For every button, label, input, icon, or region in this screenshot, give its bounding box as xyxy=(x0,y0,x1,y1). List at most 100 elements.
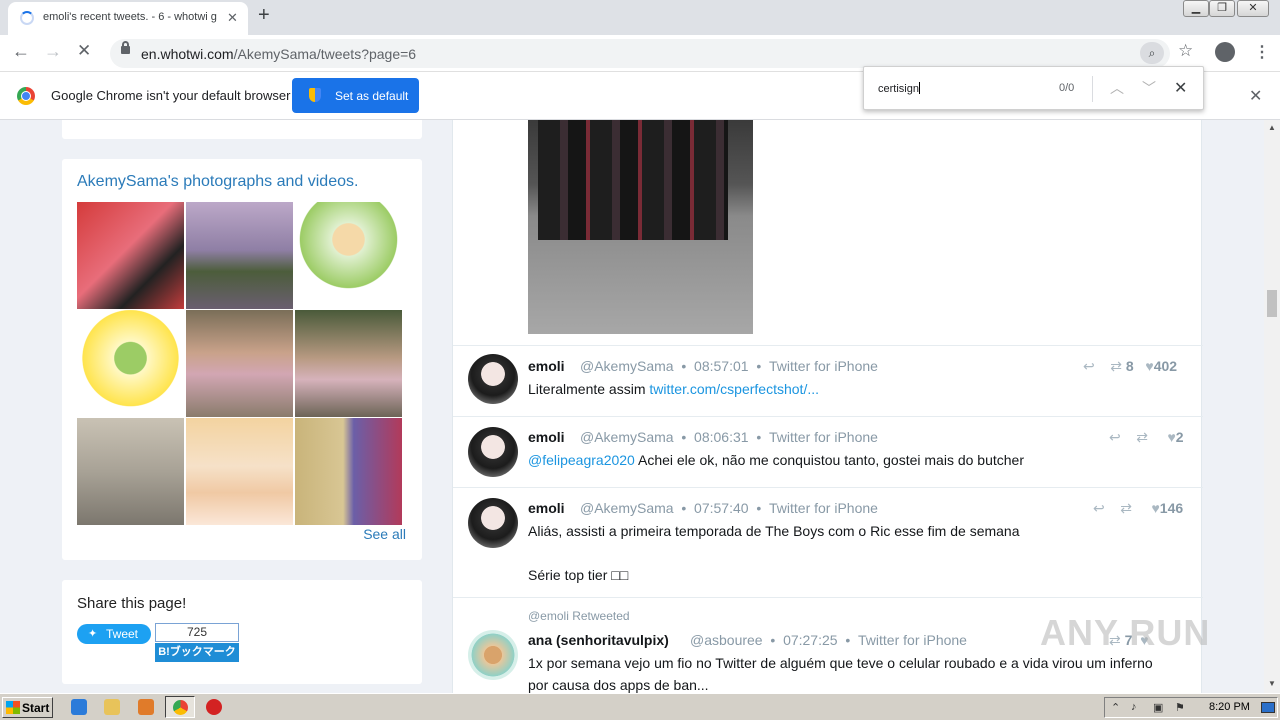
avatar[interactable] xyxy=(468,498,518,548)
tweet-handle[interactable]: @asbouree xyxy=(690,632,763,648)
minimize-button[interactable]: ▁ xyxy=(1183,0,1209,17)
like-count: 2 xyxy=(1175,429,1184,445)
retweet-icon[interactable]: ⇄ xyxy=(1136,429,1148,445)
tweet-handle[interactable]: @AkemySama xyxy=(580,500,674,516)
url-host: en.whotwi.com xyxy=(141,46,234,62)
show-desktop-icon[interactable] xyxy=(1261,702,1275,713)
find-in-page-icon[interactable]: ⌕ xyxy=(1140,42,1164,64)
windows-logo-icon xyxy=(6,701,20,714)
photo-thumbnail[interactable] xyxy=(295,310,402,417)
page-content: AkemySama's photographs and videos. See … xyxy=(0,120,1264,693)
infobar-close-icon[interactable]: ✕ xyxy=(1249,86,1262,106)
tweet-author-name[interactable]: ana (senhoritavulpix) xyxy=(528,632,669,648)
back-icon[interactable]: ← xyxy=(12,41,30,62)
tweet-share-button[interactable]: ✦ Tweet xyxy=(77,624,151,644)
scroll-down-arrow-icon[interactable]: ▼ xyxy=(1268,679,1276,688)
volume-icon[interactable]: ♪ xyxy=(1131,701,1137,713)
tweet-text: Aliás, assisti a primeira temporada de T… xyxy=(528,523,1020,539)
new-tab-button[interactable]: + xyxy=(258,4,270,27)
photo-thumbnail[interactable] xyxy=(77,418,184,525)
tweet-mention-link[interactable]: @felipeagra2020 xyxy=(528,452,635,468)
avatar[interactable] xyxy=(468,354,518,404)
photo-thumbnail[interactable] xyxy=(77,310,184,417)
like-heart-icon[interactable]: ♥ xyxy=(1167,429,1175,445)
shield-icon xyxy=(309,88,321,102)
stop-loading-icon[interactable]: ✕ xyxy=(77,41,91,61)
tweet-text: Literalmente assim twitter.com/csperfect… xyxy=(528,381,819,397)
tab-strip: emoli's recent tweets. - 6 - whotwi g ✕ … xyxy=(0,0,1280,35)
photo-thumbnail[interactable] xyxy=(186,202,293,309)
photos-title[interactable]: AkemySama's photographs and videos. xyxy=(77,173,358,191)
find-previous-icon[interactable]: ︿ xyxy=(1110,78,1124,98)
see-all-link[interactable]: See all xyxy=(363,526,406,542)
tweet-author-name[interactable]: emoli xyxy=(528,358,565,374)
lock-icon xyxy=(121,41,130,54)
tray-expand-icon[interactable]: ⌃ xyxy=(1111,701,1120,714)
tweet-time[interactable]: 07:27:25 xyxy=(783,632,838,648)
flag-icon[interactable]: ⚑ xyxy=(1175,701,1185,714)
scroll-thumb[interactable] xyxy=(1267,290,1277,317)
start-button[interactable]: Start xyxy=(2,697,53,718)
reply-icon[interactable]: ↩ xyxy=(1093,500,1105,516)
forward-icon[interactable]: → xyxy=(44,41,62,62)
tab-close-icon[interactable]: ✕ xyxy=(227,10,238,26)
tweet-handle[interactable]: @AkemySama xyxy=(580,429,674,445)
antivirus-icon[interactable] xyxy=(206,699,222,715)
photos-card: AkemySama's photographs and videos. See … xyxy=(62,159,422,560)
tweet-media-image[interactable] xyxy=(528,120,753,334)
url-text[interactable]: en.whotwi.com/AkemySama/tweets?page=6 xyxy=(141,46,416,62)
hatena-bookmark-button[interactable]: 725 B!ブックマーク xyxy=(155,623,239,663)
photo-thumbnail[interactable] xyxy=(186,418,293,525)
avatar[interactable] xyxy=(468,630,518,680)
photo-people-figures xyxy=(538,120,728,240)
retweet-icon[interactable]: ⇄ xyxy=(1110,358,1122,374)
find-next-icon[interactable]: ﹀ xyxy=(1142,78,1156,98)
tweet-time[interactable]: 08:57:01 xyxy=(694,358,749,374)
photo-thumbnail[interactable] xyxy=(295,418,402,525)
tweet-link[interactable]: twitter.com/csperfectshot/... xyxy=(649,381,819,397)
start-label: Start xyxy=(22,701,50,715)
photo-thumbnail[interactable] xyxy=(186,310,293,417)
browser-tab[interactable]: emoli's recent tweets. - 6 - whotwi g ✕ xyxy=(8,2,248,35)
close-window-button[interactable]: ✕ xyxy=(1237,0,1269,17)
tweet-meta: @AkemySama • 08:06:31 • Twitter for iPho… xyxy=(580,429,878,445)
infobar-message: Google Chrome isn't your default browser xyxy=(51,88,291,103)
address-bar[interactable]: en.whotwi.com/AkemySama/tweets?page=6 ⌕ xyxy=(110,39,1170,68)
avatar[interactable] xyxy=(468,427,518,477)
reply-icon[interactable]: ↩ xyxy=(1083,358,1095,374)
retweeted-by-label: @emoli Retweeted xyxy=(528,609,630,623)
page-scrollbar[interactable]: ▲ ▼ xyxy=(1264,120,1280,693)
find-close-icon[interactable]: ✕ xyxy=(1174,78,1187,98)
loading-spinner-icon xyxy=(20,11,34,25)
bookmark-star-icon[interactable]: ☆ xyxy=(1178,41,1193,61)
find-input[interactable]: certisign xyxy=(878,82,920,95)
file-explorer-icon[interactable] xyxy=(104,699,120,715)
set-as-default-button[interactable]: Set as default xyxy=(292,78,419,113)
tweet-item[interactable]: emoli @AkemySama • 08:06:31 • Twitter fo… xyxy=(453,416,1203,487)
maximize-button[interactable]: ❐ xyxy=(1209,0,1235,17)
scroll-up-arrow-icon[interactable]: ▲ xyxy=(1268,123,1276,132)
like-heart-icon[interactable]: ♥ xyxy=(1145,358,1153,374)
taskbar-clock[interactable]: 8:20 PM xyxy=(1209,701,1250,713)
tweet-author-name[interactable]: emoli xyxy=(528,429,565,445)
internet-explorer-icon[interactable] xyxy=(71,699,87,715)
profile-avatar-icon[interactable] xyxy=(1215,42,1235,62)
tweet-item[interactable]: emoli @AkemySama • 08:57:01 • Twitter fo… xyxy=(453,345,1203,416)
tweet-item[interactable]: emoli @AkemySama • 07:57:40 • Twitter fo… xyxy=(453,487,1203,597)
reply-icon[interactable]: ↩ xyxy=(1109,429,1121,445)
photo-thumbnail[interactable] xyxy=(295,202,402,309)
chrome-taskbar-button[interactable] xyxy=(165,696,195,718)
tweet-body: Literalmente assim xyxy=(528,381,650,397)
network-icon[interactable]: ▣ xyxy=(1153,701,1163,714)
tweet-time[interactable]: 08:06:31 xyxy=(694,429,749,445)
like-heart-icon[interactable]: ♥ xyxy=(1151,500,1159,516)
tweet-actions: ↩ ⇄ ♥2 xyxy=(1109,429,1184,446)
menu-kebab-icon[interactable]: ⋮ xyxy=(1254,42,1270,62)
photo-thumbnail[interactable] xyxy=(77,202,184,309)
retweet-icon[interactable]: ⇄ xyxy=(1120,500,1132,516)
tweet-handle[interactable]: @AkemySama xyxy=(580,358,674,374)
media-player-icon[interactable] xyxy=(138,699,154,715)
tweet-time[interactable]: 07:57:40 xyxy=(694,500,749,516)
tweet-author-name[interactable]: emoli xyxy=(528,500,565,516)
tweet-source: Twitter for iPhone xyxy=(769,500,878,516)
